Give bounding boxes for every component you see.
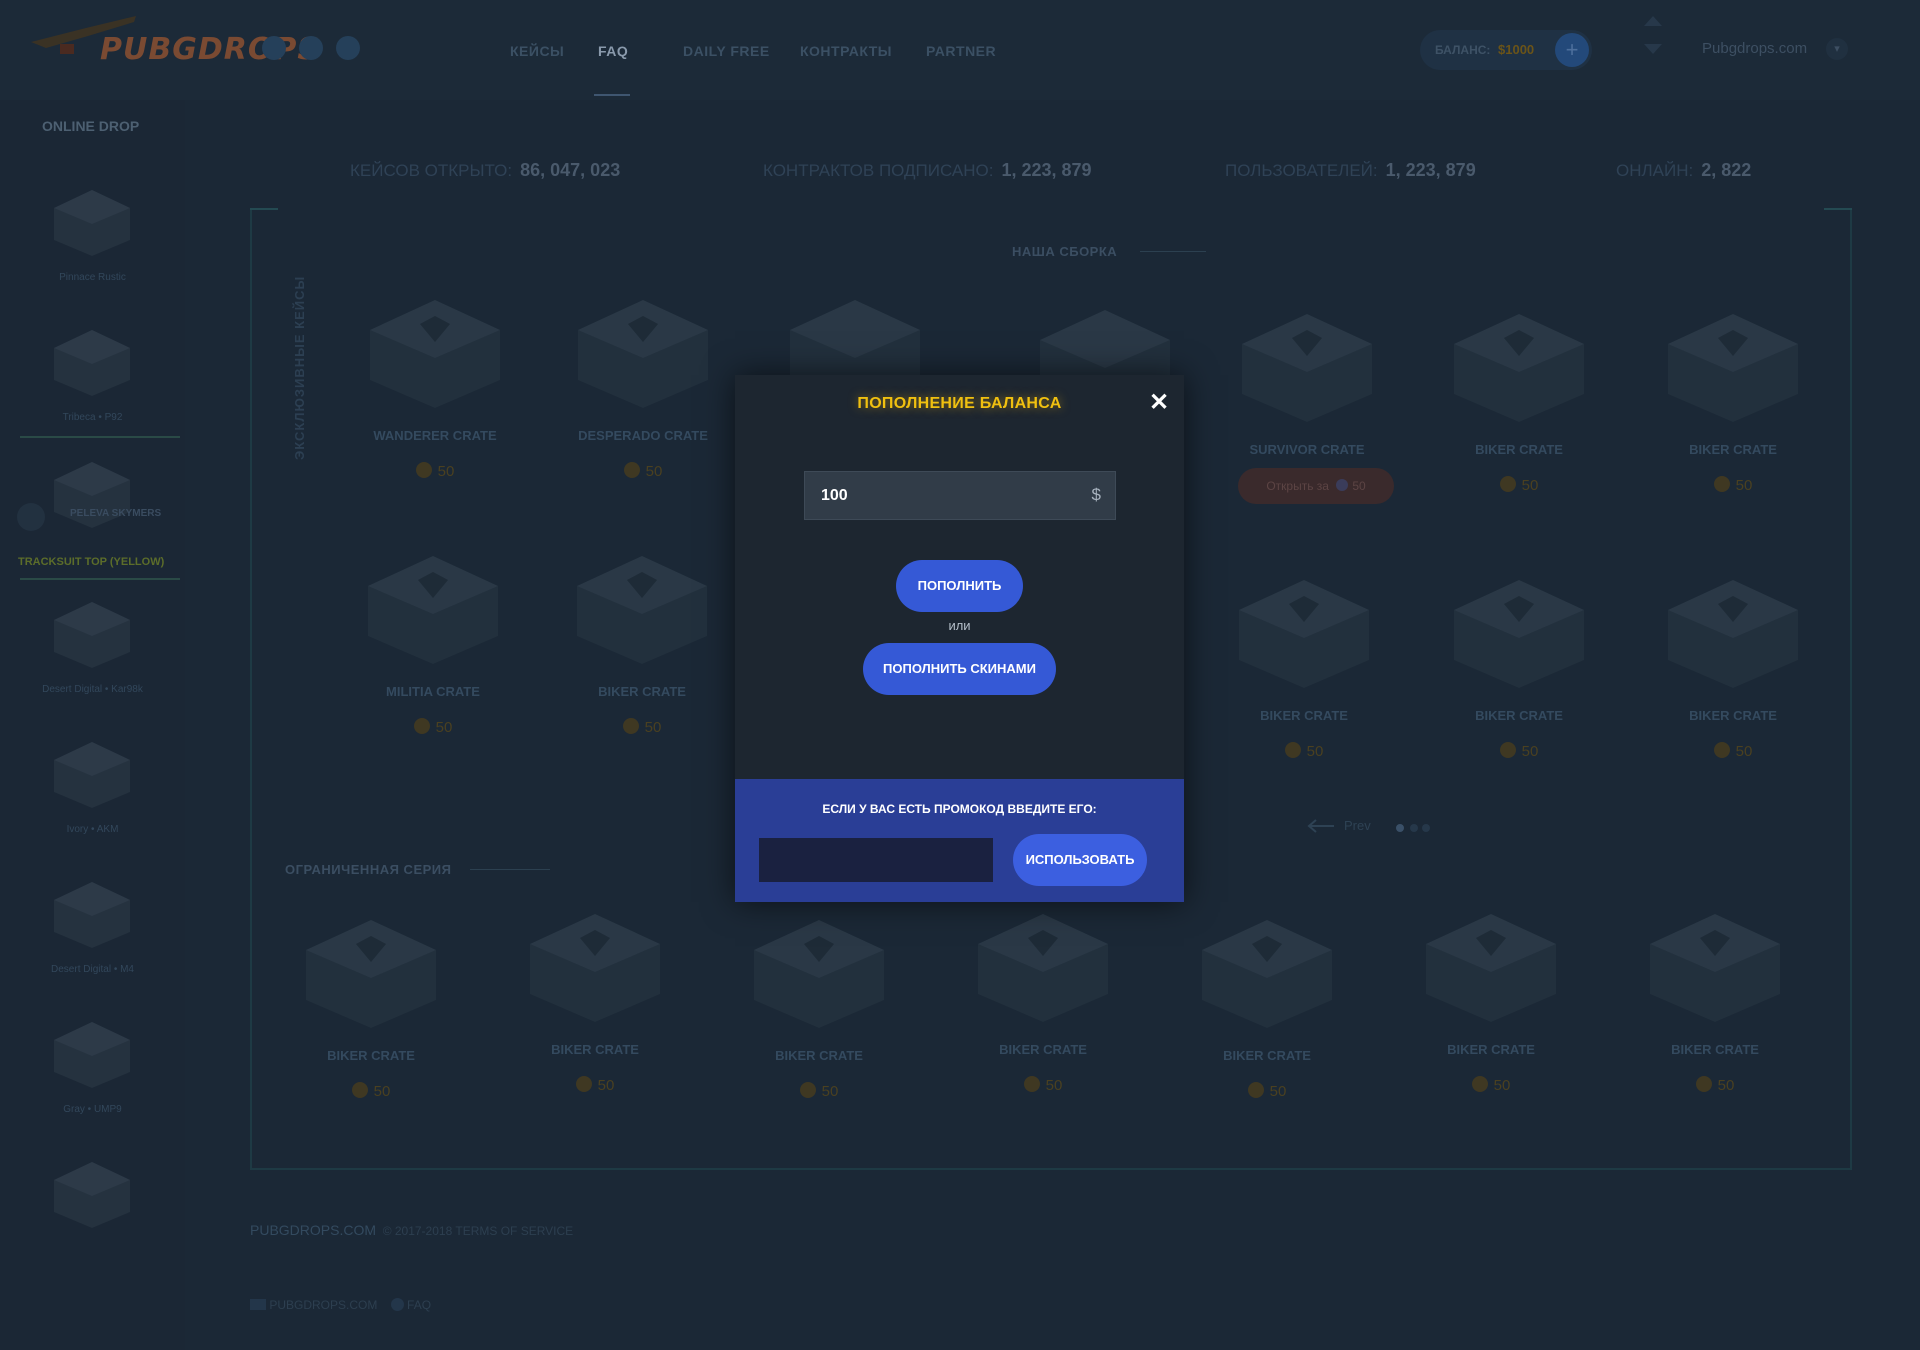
topup-with-skins-button[interactable]: ПОПОЛНИТЬ СКИНАМИ bbox=[863, 643, 1056, 695]
modal-title: ПОПОЛНЕНИЕ БАЛАНСА bbox=[857, 395, 1062, 412]
close-icon[interactable]: ✕ bbox=[1145, 389, 1173, 417]
currency-symbol: $ bbox=[1091, 485, 1101, 504]
amount-input[interactable] bbox=[805, 472, 1075, 519]
promo-code-input[interactable] bbox=[759, 838, 993, 882]
topup-button[interactable]: ПОПОЛНИТЬ bbox=[896, 560, 1023, 612]
topup-balance-modal: ПОПОЛНЕНИЕ БАЛАНСА ✕ $ ПОПОЛНИТЬ или ПОП… bbox=[735, 375, 1184, 902]
or-separator: или bbox=[948, 618, 971, 633]
promo-code-panel: ЕСЛИ У ВАС ЕСТЬ ПРОМОКОД ВВЕДИТЕ ЕГО: ИС… bbox=[735, 779, 1184, 902]
promo-prompt: ЕСЛИ У ВАС ЕСТЬ ПРОМОКОД ВВЕДИТЕ ЕГО: bbox=[822, 802, 1097, 816]
amount-field[interactable]: $ bbox=[804, 471, 1116, 520]
apply-promo-button[interactable]: ИСПОЛЬЗОВАТЬ bbox=[1013, 834, 1147, 886]
